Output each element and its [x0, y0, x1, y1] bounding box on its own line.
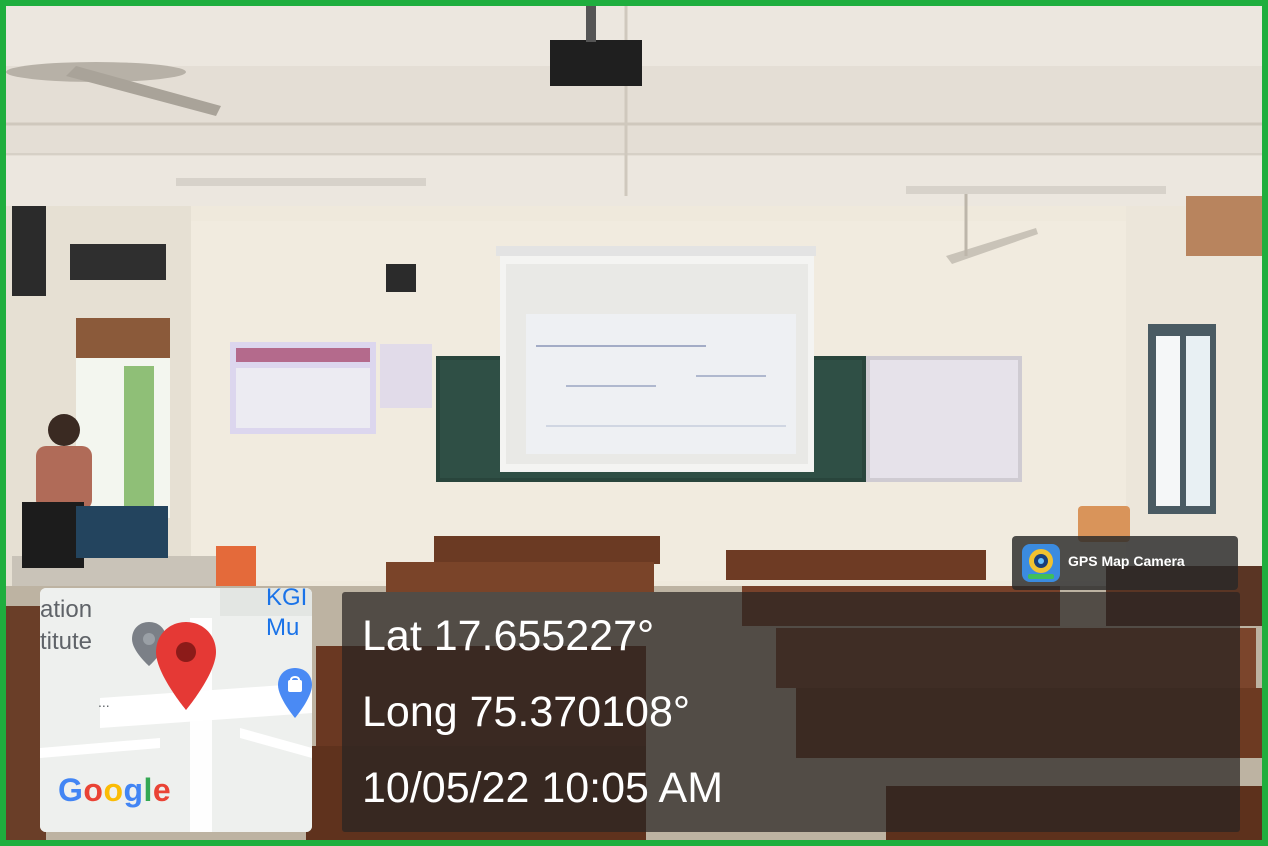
- gps-map-camera-label: GPS Map Camera: [1068, 553, 1185, 569]
- latitude-text: Lat 17.655227°: [362, 612, 655, 660]
- gps-map-camera-icon: [1022, 544, 1060, 582]
- shopping-bag-icon: [278, 668, 312, 718]
- gps-map-camera-badge: GPS Map Camera: [1012, 536, 1238, 590]
- map-label-kgi: KGI: [266, 588, 308, 611]
- google-logo: Google: [58, 772, 172, 808]
- timestamp-text: 10/05/22 10:05 AM: [362, 764, 724, 812]
- map-thumbnail[interactable]: ation titute KGI Mu ... Google: [40, 588, 312, 832]
- location-pin-icon: [156, 622, 216, 710]
- photo-frame: GPS Map Camera ation titute KGI Mu ... G…: [0, 0, 1268, 846]
- map-label-mu: Mu: [266, 614, 300, 641]
- map-label-ation: ation: [40, 596, 93, 623]
- map-label-dots: ...: [98, 694, 110, 710]
- map-label-titute: titute: [40, 628, 93, 655]
- longitude-text: Long 75.370108°: [362, 688, 691, 736]
